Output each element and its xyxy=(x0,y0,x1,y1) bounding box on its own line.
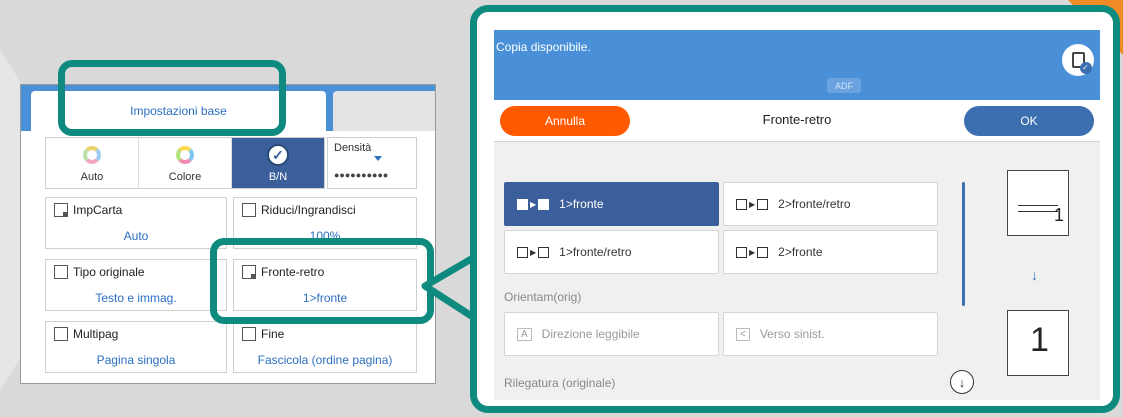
choice-label: 2>fronte/retro xyxy=(778,197,851,211)
document-icon xyxy=(1071,52,1092,74)
option-title: ImpCarta xyxy=(73,203,123,217)
simplex-icon: ▶ xyxy=(517,198,550,210)
tab-other[interactable] xyxy=(333,91,435,131)
multipag-button[interactable]: Multipag Pagina singola xyxy=(45,321,227,373)
preview-page-number: 1 xyxy=(1030,321,1049,359)
orientation-direzione-leggibile[interactable]: A Direzione leggibile xyxy=(504,312,719,356)
color-mode-label: B/N xyxy=(268,171,288,183)
readable-direction-icon: A xyxy=(517,327,532,341)
image-type-icon xyxy=(54,265,68,279)
highlight-tab xyxy=(58,60,286,136)
density-button[interactable]: Densità ●●●●●●●●●● xyxy=(327,137,417,189)
option-title: Fine xyxy=(261,327,285,341)
option-value: Testo e immag. xyxy=(95,291,177,305)
color-mode-label: Auto xyxy=(80,171,104,183)
job-status-icon[interactable] xyxy=(1062,44,1094,76)
preview-output-page: 1 xyxy=(1007,310,1069,376)
choice-label: 1>fronte xyxy=(559,197,604,211)
option-title: Riduci/Ingrandisci xyxy=(261,203,356,217)
color-mode-auto[interactable]: Auto xyxy=(46,138,139,188)
left-direction-icon: < xyxy=(736,327,750,341)
paper-icon xyxy=(54,203,68,217)
simplex-to-duplex-icon: ▶ xyxy=(517,246,550,258)
arrow-down-icon: ↓ xyxy=(958,374,966,390)
color-mode-colore[interactable]: Colore xyxy=(139,138,232,188)
preview-original-page: 1 xyxy=(1007,170,1069,236)
color-mode-row: Auto Colore ✓ B/N xyxy=(45,137,325,189)
fine-button[interactable]: Fine Fascicola (ordine pagina) xyxy=(233,321,417,373)
choice-label: 1>fronte/retro xyxy=(559,245,632,259)
ok-label: OK xyxy=(1020,114,1038,128)
adf-badge: ADF xyxy=(827,78,861,93)
choice-1-fronte[interactable]: ▶ 1>fronte xyxy=(504,182,719,226)
choice-label: 2>fronte xyxy=(778,245,823,259)
color-mode-label: Colore xyxy=(168,171,202,183)
choice-label: Direzione leggibile xyxy=(541,327,640,341)
binding-label: Rilegatura (originale) xyxy=(504,376,616,390)
orientation-label: Orientam(orig) xyxy=(504,290,582,304)
option-title: Multipag xyxy=(73,327,119,341)
duplex-to-duplex-icon: ▶ xyxy=(736,198,769,210)
preview-page-number: 1 xyxy=(1053,205,1064,225)
scrollbar[interactable] xyxy=(962,182,965,306)
dialog-content: ▶ 1>fronte ▶ 2>fronte/retro ▶ 1>fronte/r… xyxy=(494,142,1100,400)
density-label: Densità xyxy=(334,142,372,154)
duplex-dialog-frame: Copia disponibile. ADF Annulla Fronte-re… xyxy=(470,5,1120,413)
choice-1-fronte-retro[interactable]: ▶ 1>fronte/retro xyxy=(504,230,719,274)
choice-2-fronte[interactable]: ▶ 2>fronte xyxy=(723,230,938,274)
option-value: Fascicola (ordine pagina) xyxy=(257,353,393,367)
imp-carta-button[interactable]: ImpCarta Auto xyxy=(45,197,227,249)
tipo-originale-button[interactable]: Tipo originale Testo e immag. xyxy=(45,259,227,311)
dialog-title-bar: Annulla Fronte-retro OK xyxy=(494,100,1100,142)
option-value: Pagina singola xyxy=(96,353,176,367)
orientation-verso-sinist[interactable]: < Verso sinist. xyxy=(723,312,938,356)
full-color-icon xyxy=(176,146,194,164)
option-title: Tipo originale xyxy=(73,265,145,279)
option-value: Auto xyxy=(123,229,149,243)
choice-2-fronte-retro[interactable]: ▶ 2>fronte/retro xyxy=(723,182,938,226)
duplex-to-simplex-icon: ▶ xyxy=(736,246,769,258)
resize-icon xyxy=(242,203,256,217)
multipage-icon xyxy=(54,327,68,341)
arrow-down-icon: ↓ xyxy=(1031,267,1038,283)
density-scale-icon: ●●●●●●●●●● xyxy=(334,170,389,180)
scroll-down-button[interactable]: ↓ xyxy=(950,370,974,394)
check-icon: ✓ xyxy=(267,144,289,166)
highlight-fronte-retro xyxy=(210,238,434,324)
ok-button[interactable]: OK xyxy=(964,106,1094,136)
color-mode-bn[interactable]: ✓ B/N xyxy=(232,138,324,188)
auto-color-icon xyxy=(83,146,101,164)
status-text: Copia disponibile. xyxy=(496,40,591,54)
density-marker-icon xyxy=(374,156,382,161)
status-header: Copia disponibile. ADF xyxy=(494,30,1100,100)
choice-label: Verso sinist. xyxy=(759,327,825,341)
finishing-icon xyxy=(242,327,256,341)
